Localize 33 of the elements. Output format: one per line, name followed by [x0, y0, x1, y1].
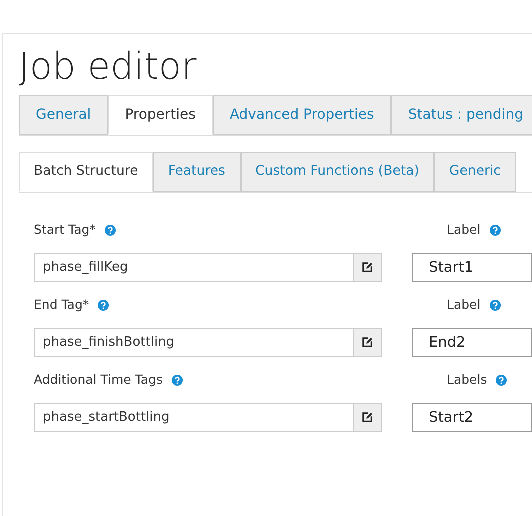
- input-field[interactable]: End2: [412, 328, 532, 357]
- field-label: Label: [447, 296, 481, 314]
- help-icon[interactable]: [104, 224, 116, 236]
- edit-icon: [362, 412, 373, 423]
- edit-button[interactable]: [354, 403, 382, 432]
- tab[interactable]: Properties: [108, 95, 213, 135]
- input-field[interactable]: Start1: [412, 253, 532, 282]
- help-icon[interactable]: [172, 374, 183, 386]
- input-field[interactable]: Start2: [412, 403, 532, 432]
- tab[interactable]: Generic: [434, 152, 516, 192]
- tab[interactable]: Status : pending: [391, 95, 532, 135]
- field-label: Label: [447, 220, 481, 239]
- edit-button[interactable]: [354, 328, 382, 357]
- field-label: Additional Time Tags: [34, 370, 163, 389]
- edit-icon: [362, 337, 373, 348]
- input-field[interactable]: phase_fillKeg: [34, 253, 354, 282]
- help-icon[interactable]: [98, 300, 110, 310]
- field-label: End Tag*: [34, 296, 90, 314]
- edit-button[interactable]: [354, 253, 382, 282]
- input-field[interactable]: phase_finishBottling: [34, 328, 354, 357]
- field-label: Labels: [447, 370, 488, 389]
- help-icon[interactable]: [496, 374, 508, 386]
- page-title: Job editor: [19, 44, 197, 90]
- help-icon[interactable]: [490, 300, 501, 310]
- edit-icon: [362, 262, 373, 273]
- tab[interactable]: General: [19, 95, 108, 135]
- help-icon[interactable]: [490, 224, 501, 236]
- input-field[interactable]: phase_startBottling: [34, 403, 354, 432]
- field-label: Start Tag*: [34, 220, 96, 239]
- tab[interactable]: Advanced Properties: [212, 95, 392, 135]
- tab[interactable]: Batch Structure: [19, 152, 154, 192]
- tab[interactable]: Custom Functions (Beta): [240, 152, 434, 192]
- tab[interactable]: Features: [153, 152, 240, 192]
